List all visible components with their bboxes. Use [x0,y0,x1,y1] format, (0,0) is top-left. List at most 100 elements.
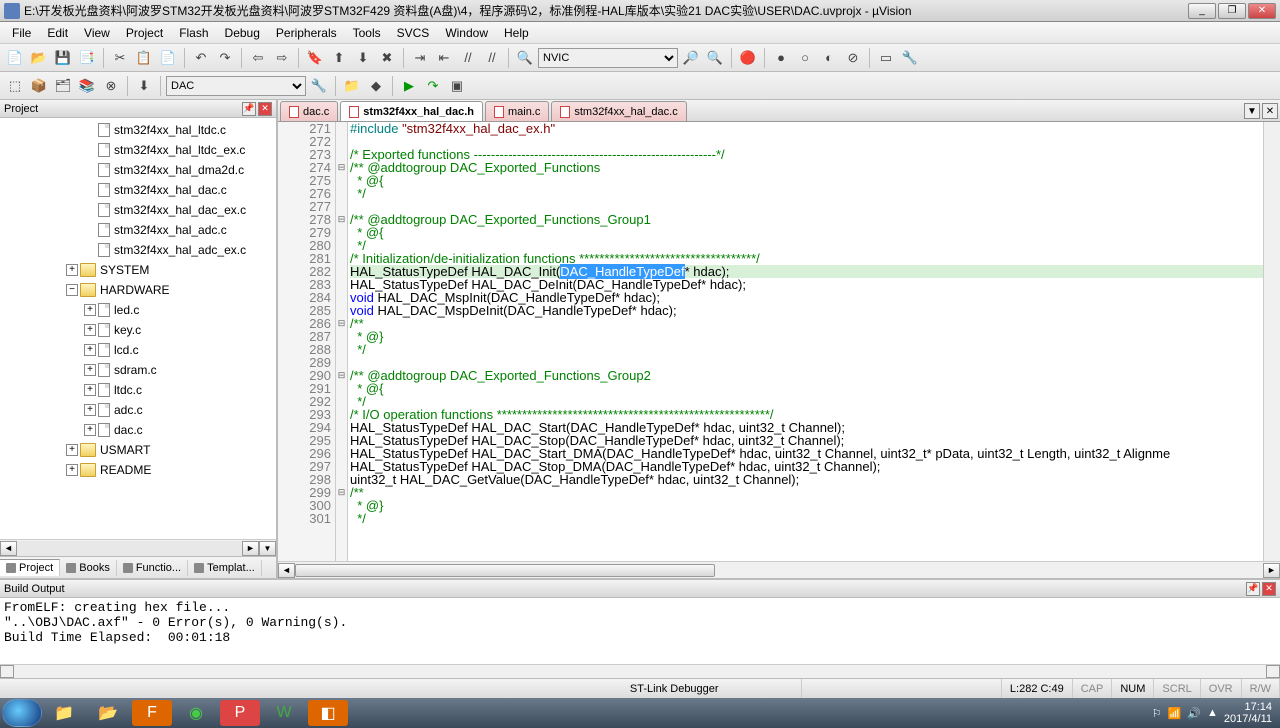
panel-pin-button[interactable]: 📌 [242,102,256,116]
minimize-button[interactable]: _ [1188,3,1216,19]
tray-clock[interactable]: 17:14 2017/4/11 [1224,701,1272,725]
find-icon[interactable]: 🔍 [514,47,536,69]
editor-vscroll[interactable] [1263,122,1280,561]
project-hscroll[interactable]: ◄ ► ▼ [0,539,276,556]
fold-toggle-icon[interactable]: ⊟ [336,161,347,174]
menu-edit[interactable]: Edit [39,24,76,42]
bp-disable-button[interactable]: ◐ [818,47,840,69]
editor-scroll-right-icon[interactable]: ► [1263,563,1280,578]
build-output-text[interactable]: FromELF: creating hex file... "..\OBJ\DA… [0,598,1280,664]
config-button[interactable]: 🔧 [899,47,921,69]
options-button[interactable]: 🔧 [308,75,330,97]
tray-flag-icon[interactable]: ⚐ [1152,707,1162,720]
menu-project[interactable]: Project [118,24,171,42]
tab-list-button[interactable]: ▼ [1244,103,1260,119]
target-combo[interactable]: DAC [166,76,306,96]
build-scroll-right[interactable] [1266,665,1280,678]
taskbar-app-1[interactable]: 📁 [44,700,84,726]
tree-item[interactable]: stm32f4xx_hal_ltdc.c [0,120,276,140]
project-tree[interactable]: stm32f4xx_hal_ltdc.cstm32f4xx_hal_ltdc_e… [0,118,276,539]
build-close-button[interactable]: ✕ [1262,582,1276,596]
editor-tab[interactable]: main.c [485,101,549,121]
fold-column[interactable]: ⊟⊟⊟⊟⊟ [336,122,348,561]
comment-button[interactable]: // [457,47,479,69]
menu-help[interactable]: Help [496,24,537,42]
panel-tab-books[interactable]: Books [60,560,117,576]
fold-toggle-icon[interactable]: ⊟ [336,369,347,382]
tree-item[interactable]: stm32f4xx_hal_adc_ex.c [0,240,276,260]
expand-icon[interactable]: + [84,404,96,416]
editor-tab[interactable]: dac.c [280,101,338,121]
code-content[interactable]: #include "stm32f4xx_hal_dac_ex.h"/* Expo… [348,122,1263,561]
editor-tab[interactable]: stm32f4xx_hal_dac.h [340,101,483,121]
tree-item[interactable]: +SYSTEM [0,260,276,280]
panel-close-button[interactable]: ✕ [258,102,272,116]
build-hscroll[interactable] [0,664,1280,678]
maximize-button[interactable]: ❐ [1218,3,1246,19]
tab-close-button[interactable]: ✕ [1262,103,1278,119]
find-combo[interactable]: NVIC [538,48,678,68]
tree-item[interactable]: stm32f4xx_hal_ltdc_ex.c [0,140,276,160]
expand-icon[interactable]: + [84,344,96,356]
cut-button[interactable]: ✂ [109,47,131,69]
expand-icon[interactable]: + [84,304,96,316]
tree-item[interactable]: +dac.c [0,420,276,440]
tree-item[interactable]: +README [0,460,276,480]
step-over-button[interactable]: ↷ [422,75,444,97]
step-button[interactable]: ▶ [398,75,420,97]
code-editor[interactable]: 2712722732742752762772782792802812822832… [278,122,1280,561]
collapse-icon[interactable]: − [66,284,78,296]
tree-item[interactable]: +key.c [0,320,276,340]
rebuild-button[interactable]: 🗂 [52,75,74,97]
debug-button[interactable]: 🔴 [737,47,759,69]
bookmark-prev-button[interactable]: ⬆ [328,47,350,69]
editor-hscroll[interactable]: ◄ ► [278,561,1280,578]
tray-network-icon[interactable]: 📶 [1168,707,1182,720]
editor-scroll-thumb[interactable] [295,564,715,577]
fold-toggle-icon[interactable]: ⊟ [336,213,347,226]
tree-item[interactable]: −HARDWARE [0,280,276,300]
uncomment-button[interactable]: // [481,47,503,69]
tree-item[interactable]: +adc.c [0,400,276,420]
panel-tab-functio[interactable]: Functio... [117,560,188,576]
redo-button[interactable]: ↷ [214,47,236,69]
nav-back-button[interactable]: ⇦ [247,47,269,69]
tree-item[interactable]: stm32f4xx_hal_dac.c [0,180,276,200]
fold-toggle-icon[interactable]: ⊟ [336,486,347,499]
expand-icon[interactable]: + [66,264,78,276]
tree-item[interactable]: +ltdc.c [0,380,276,400]
close-button[interactable]: ✕ [1248,3,1276,19]
editor-scroll-left-icon[interactable]: ◄ [278,563,295,578]
taskbar-app-2[interactable]: 📂 [88,700,128,726]
taskbar-app-3[interactable]: F [132,700,172,726]
incremental-find-button[interactable]: 🔍 [704,47,726,69]
panel-tab-project[interactable]: Project [0,559,60,576]
bookmark-next-button[interactable]: ⬇ [352,47,374,69]
taskbar-app-6[interactable]: W [264,700,304,726]
batch-build-button[interactable]: 📚 [76,75,98,97]
menu-file[interactable]: File [4,24,39,42]
menu-view[interactable]: View [76,24,118,42]
build-scroll-left[interactable] [0,665,14,678]
file-ext-button[interactable]: 📁 [341,75,363,97]
system-tray[interactable]: ⚐ 📶 🔊 ▲ 17:14 2017/4/11 [1152,701,1278,725]
tree-item[interactable]: +sdram.c [0,360,276,380]
bookmark-clear-button[interactable]: ✖ [376,47,398,69]
manage-button[interactable]: ◆ [365,75,387,97]
bp-insert-button[interactable]: ● [770,47,792,69]
start-button[interactable] [2,699,42,727]
indent-button[interactable]: ⇥ [409,47,431,69]
tree-item[interactable]: +USMART [0,440,276,460]
bp-kill-button[interactable]: ⊘ [842,47,864,69]
paste-button[interactable]: 📄 [157,47,179,69]
stop-build-button[interactable]: ⊗ [100,75,122,97]
copy-button[interactable]: 📋 [133,47,155,69]
expand-icon[interactable]: + [66,464,78,476]
build-button[interactable]: 📦 [28,75,50,97]
menu-peripherals[interactable]: Peripherals [268,24,345,42]
nav-fwd-button[interactable]: ⇨ [271,47,293,69]
new-file-button[interactable]: 📄 [4,47,26,69]
tree-item[interactable]: stm32f4xx_hal_dac_ex.c [0,200,276,220]
open-button[interactable]: 📂 [28,47,50,69]
taskbar-app-5[interactable]: P [220,700,260,726]
